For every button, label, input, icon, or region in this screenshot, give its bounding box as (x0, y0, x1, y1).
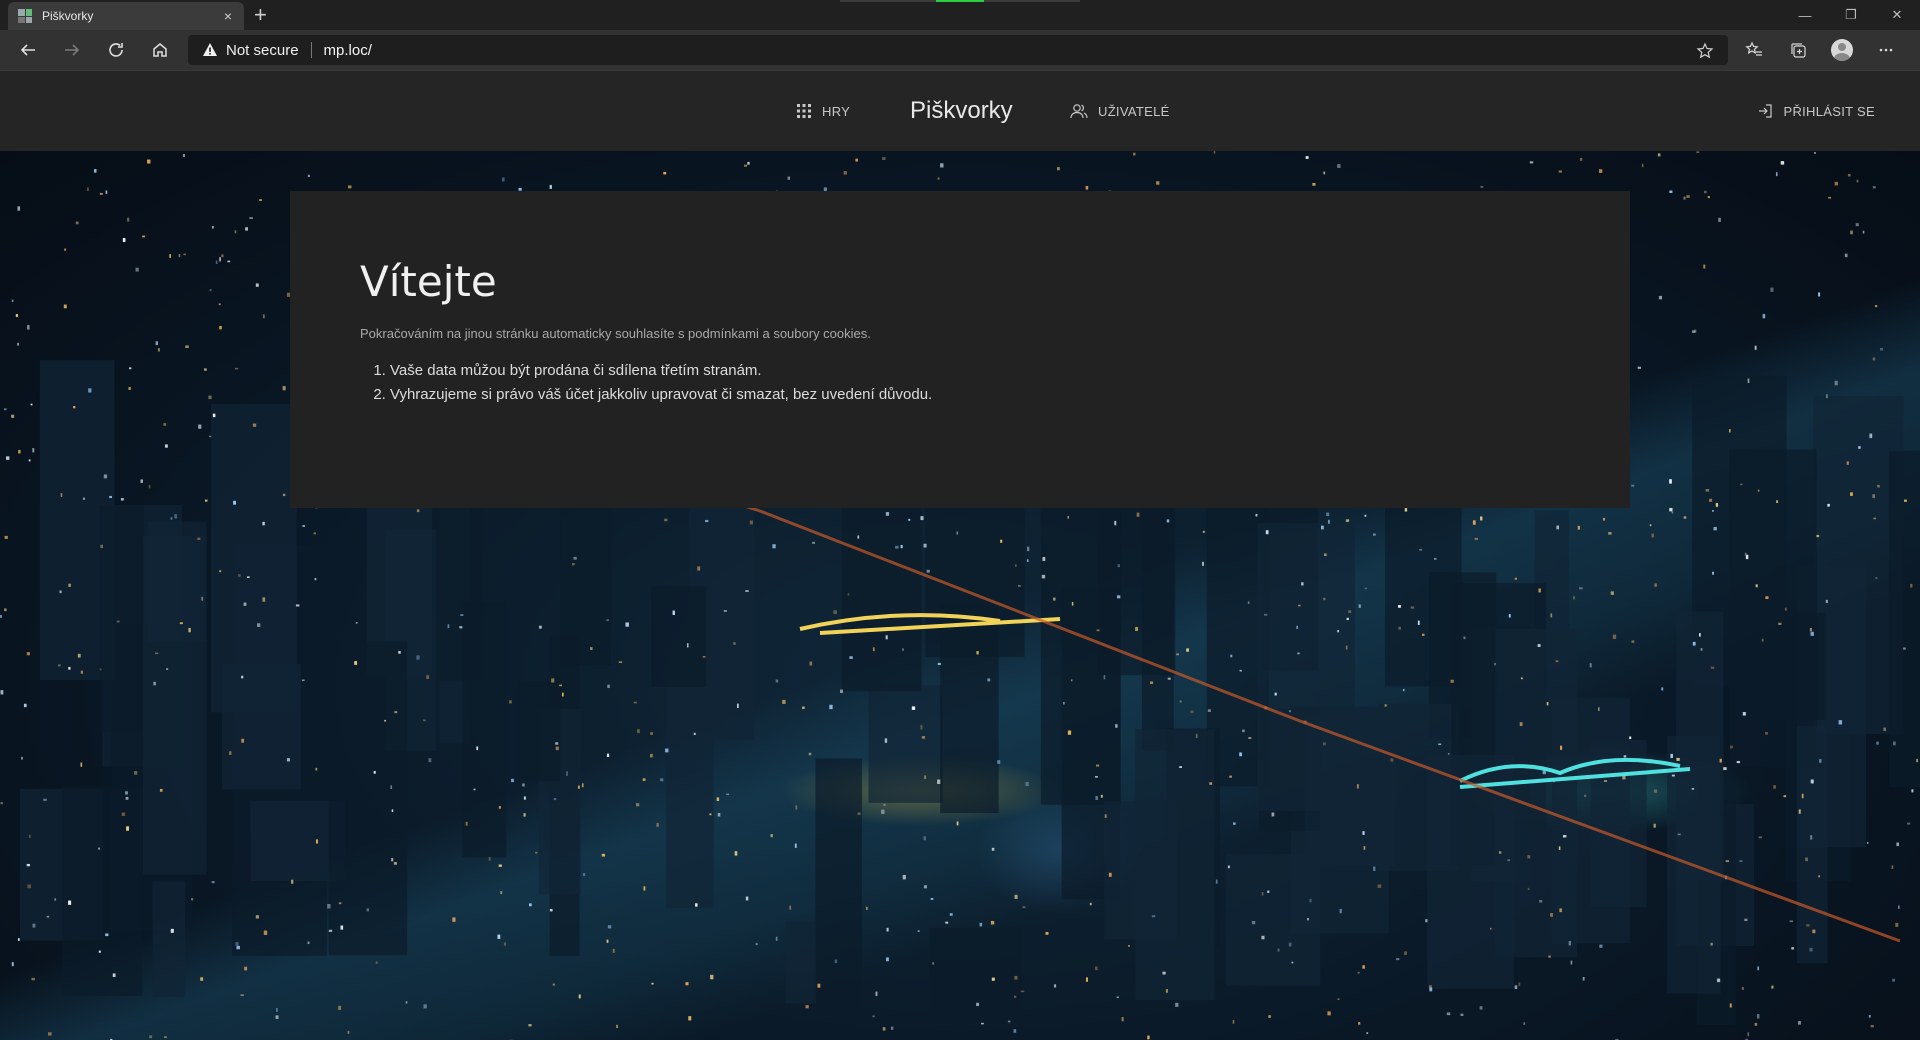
avatar (1831, 39, 1853, 61)
terms-list: Vaše data můžou být prodána či sdílena t… (360, 359, 1560, 407)
browser-tab-strip: Piškvorky × + — ❐ ✕ (0, 0, 1920, 30)
favorites-icon (1745, 41, 1762, 56)
favorites-button[interactable] (1732, 30, 1776, 70)
favicon-icon (18, 9, 32, 23)
close-window-button[interactable]: ✕ (1874, 0, 1920, 30)
more-icon (1879, 48, 1893, 52)
welcome-heading: Vítejte (360, 257, 497, 306)
toolbar-right (1732, 30, 1908, 70)
login-link[interactable]: PŘIHLÁSIT SE (1757, 71, 1875, 151)
security-label[interactable]: Not secure (226, 42, 299, 59)
tab-title: Piškvorky (42, 9, 94, 23)
terms-item: Vyhrazujeme si právo váš účet jakkoliv u… (390, 383, 1560, 407)
tab-close-button[interactable]: × (220, 8, 236, 24)
nav-users-label: UŽIVATELÉ (1098, 103, 1170, 119)
arrow-right-icon (65, 44, 80, 56)
refresh-button[interactable] (94, 30, 138, 70)
restore-button[interactable]: ❐ (1828, 0, 1874, 30)
arrow-left-icon (20, 44, 35, 56)
window-controls: — ❐ ✕ (1782, 0, 1920, 30)
address-separator (310, 42, 312, 58)
url-text[interactable]: mp.loc/ (324, 42, 372, 59)
back-button[interactable] (6, 30, 50, 70)
tab-strip-indicator (840, 0, 1080, 2)
nav-games-link[interactable]: HRY (796, 71, 850, 151)
settings-menu-button[interactable] (1864, 30, 1908, 70)
minimize-button[interactable]: — (1782, 0, 1828, 30)
nav-games-label: HRY (822, 103, 851, 119)
refresh-icon (109, 43, 123, 57)
collections-button[interactable] (1776, 30, 1820, 70)
nav-users-link[interactable]: UŽIVATELÉ (1070, 71, 1170, 151)
cookie-notice: Pokračováním na jinou stránku automatick… (360, 326, 871, 341)
grid-icon (797, 104, 811, 118)
home-button[interactable] (138, 30, 182, 70)
collections-icon (1791, 43, 1806, 58)
warning-icon[interactable] (202, 42, 218, 58)
users-icon (1070, 104, 1088, 119)
site-header: HRY Piškvorky UŽIVATELÉ PŘIHLÁSIT SE (0, 70, 1920, 151)
profile-button[interactable] (1820, 30, 1864, 70)
site-brand[interactable]: Piškvorky (910, 71, 1013, 151)
home-icon (153, 43, 167, 57)
browser-tab[interactable]: Piškvorky × (8, 2, 244, 30)
terms-item: Vaše data můžou být prodána či sdílena t… (390, 359, 1560, 383)
address-bar[interactable]: Not secure mp.loc/ (188, 35, 1728, 65)
new-tab-button[interactable]: + (254, 3, 267, 27)
add-favorite-icon[interactable] (1696, 42, 1714, 60)
login-label: PŘIHLÁSIT SE (1783, 103, 1875, 119)
forward-button[interactable] (50, 30, 94, 70)
login-icon (1759, 104, 1773, 118)
browser-toolbar: Not secure mp.loc/ (0, 30, 1920, 70)
welcome-panel: Vítejte Pokračováním na jinou stránku au… (290, 191, 1630, 508)
